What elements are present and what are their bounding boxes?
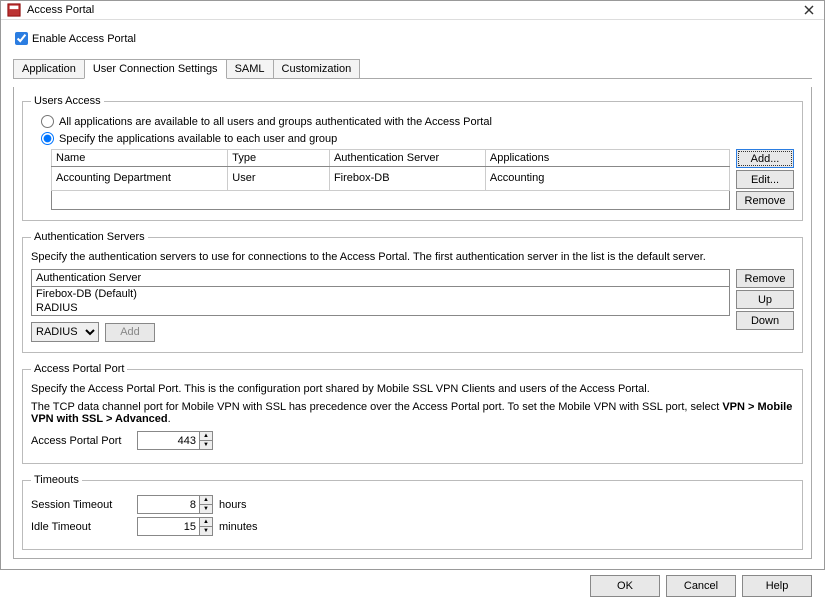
auth-list-header: Authentication Server — [32, 270, 729, 287]
timeouts-legend: Timeouts — [31, 474, 82, 486]
tab-saml[interactable]: SAML — [226, 59, 274, 78]
col-type: Type — [228, 150, 330, 167]
enable-checkbox-label: Enable Access Portal — [32, 33, 136, 45]
timeouts-group: Timeouts Session Timeout ▲ ▼ hours Idle … — [22, 474, 803, 550]
down-auth-button[interactable]: Down — [736, 311, 794, 330]
auth-server-list[interactable]: Authentication Server Firebox-DB (Defaul… — [31, 269, 730, 316]
tab-content: Users Access All applications are availa… — [13, 87, 812, 559]
dialog-footer: OK Cancel Help — [1, 567, 824, 609]
app-icon — [7, 3, 21, 17]
radio-specify-input[interactable] — [41, 132, 54, 145]
users-access-group: Users Access All applications are availa… — [22, 95, 803, 221]
session-timeout-row: Session Timeout ▲ ▼ hours — [31, 495, 794, 514]
add-user-button[interactable]: Add... — [736, 149, 794, 168]
idle-unit: minutes — [219, 521, 258, 533]
portal-port-group: Access Portal Port Specify the Access Po… — [22, 363, 803, 464]
enable-access-portal-checkbox[interactable]: Enable Access Portal — [15, 32, 812, 45]
cell-name: Accounting Department — [52, 167, 228, 191]
session-unit: hours — [219, 499, 247, 511]
spinner-up-icon[interactable]: ▲ — [200, 518, 212, 527]
users-access-legend: Users Access — [31, 95, 104, 107]
cell-apps: Accounting — [485, 167, 729, 191]
table-row[interactable]: Accounting Department User Firebox-DB Ac… — [52, 167, 730, 191]
idle-label: Idle Timeout — [31, 521, 131, 533]
port-row: Access Portal Port ▲ ▼ — [31, 431, 794, 450]
spinner-down-icon[interactable]: ▼ — [200, 527, 212, 535]
radio-specify-label: Specify the applications available to ea… — [59, 133, 337, 145]
up-auth-button[interactable]: Up — [736, 290, 794, 309]
cancel-button[interactable]: Cancel — [666, 575, 736, 597]
close-icon — [804, 5, 814, 15]
edit-user-button[interactable]: Edit... — [736, 170, 794, 189]
spinner-arrows: ▲ ▼ — [199, 517, 213, 536]
idle-input[interactable] — [137, 517, 199, 536]
help-button[interactable]: Help — [742, 575, 812, 597]
auth-servers-legend: Authentication Servers — [31, 231, 148, 243]
users-table[interactable]: Name Type Authentication Server Applicat… — [51, 149, 730, 210]
spinner-arrows: ▲ ▼ — [199, 431, 213, 450]
port-label: Access Portal Port — [31, 435, 131, 447]
remove-user-button[interactable]: Remove — [736, 191, 794, 210]
tab-user-connection-settings[interactable]: User Connection Settings — [84, 59, 227, 79]
radio-all-input[interactable] — [41, 115, 54, 128]
portal-port-desc1: Specify the Access Portal Port. This is … — [31, 383, 794, 395]
auth-left: Authentication Server Firebox-DB (Defaul… — [31, 269, 730, 342]
spinner-arrows: ▲ ▼ — [199, 495, 213, 514]
auth-servers-desc: Specify the authentication servers to us… — [31, 251, 794, 263]
users-button-column: Add... Edit... Remove — [736, 149, 794, 210]
radio-all-apps[interactable]: All applications are available to all us… — [41, 115, 794, 128]
users-grid-row: Name Type Authentication Server Applicat… — [51, 149, 794, 210]
list-item[interactable]: RADIUS — [32, 301, 729, 315]
table-empty-row — [52, 190, 730, 209]
tab-bar: Application User Connection Settings SAM… — [13, 59, 812, 79]
cell-auth: Firebox-DB — [329, 167, 485, 191]
desc2-text: The TCP data channel port for Mobile VPN… — [31, 401, 722, 413]
auth-row: Authentication Server Firebox-DB (Defaul… — [31, 269, 794, 342]
col-auth-server: Authentication Server — [329, 150, 485, 167]
idle-spinner[interactable]: ▲ ▼ — [137, 517, 213, 536]
port-spinner[interactable]: ▲ ▼ — [137, 431, 213, 450]
close-button[interactable] — [800, 1, 818, 19]
window-title: Access Portal — [27, 4, 800, 16]
table-header-row: Name Type Authentication Server Applicat… — [52, 150, 730, 167]
list-item[interactable]: Firebox-DB (Default) — [32, 287, 729, 301]
auth-server-select[interactable]: RADIUS — [31, 322, 99, 342]
tab-application[interactable]: Application — [13, 59, 85, 78]
remove-auth-button[interactable]: Remove — [736, 269, 794, 288]
radio-all-label: All applications are available to all us… — [59, 116, 492, 128]
col-name: Name — [52, 150, 228, 167]
spinner-down-icon[interactable]: ▼ — [200, 505, 212, 513]
dialog-window: Access Portal Enable Access Portal Appli… — [0, 0, 825, 570]
spinner-up-icon[interactable]: ▲ — [200, 496, 212, 505]
session-label: Session Timeout — [31, 499, 131, 511]
session-spinner[interactable]: ▲ ▼ — [137, 495, 213, 514]
content-area: Enable Access Portal Application User Co… — [1, 20, 824, 567]
auth-bottom-row: RADIUS Add — [31, 322, 730, 342]
desc2-period: . — [168, 413, 171, 425]
portal-port-legend: Access Portal Port — [31, 363, 127, 375]
auth-button-column: Remove Up Down — [736, 269, 794, 342]
spinner-down-icon[interactable]: ▼ — [200, 441, 212, 449]
radio-specify-apps[interactable]: Specify the applications available to ea… — [41, 132, 794, 145]
idle-timeout-row: Idle Timeout ▲ ▼ minutes — [31, 517, 794, 536]
session-input[interactable] — [137, 495, 199, 514]
tab-customization[interactable]: Customization — [273, 59, 361, 78]
cell-type: User — [228, 167, 330, 191]
enable-checkbox-input[interactable] — [15, 32, 28, 45]
add-auth-server-button[interactable]: Add — [105, 323, 155, 342]
auth-servers-group: Authentication Servers Specify the authe… — [22, 231, 803, 353]
col-applications: Applications — [485, 150, 729, 167]
spinner-up-icon[interactable]: ▲ — [200, 432, 212, 441]
ok-button[interactable]: OK — [590, 575, 660, 597]
titlebar: Access Portal — [1, 1, 824, 20]
portal-port-desc2: The TCP data channel port for Mobile VPN… — [31, 401, 794, 425]
port-input[interactable] — [137, 431, 199, 450]
